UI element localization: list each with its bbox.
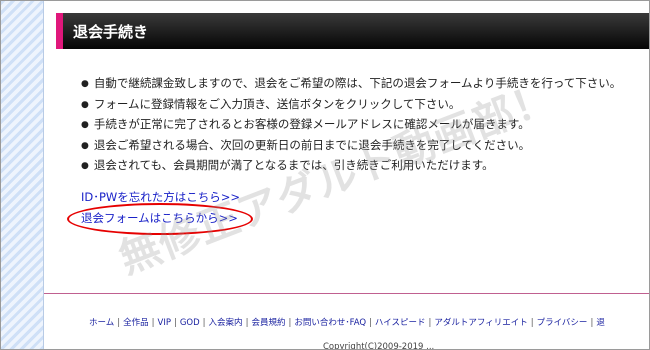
footer-link-contact-faq[interactable]: お問い合わせ･FAQ (294, 318, 366, 328)
footer-separator: | (428, 318, 432, 328)
footer-separator: | (530, 318, 534, 328)
footer-divider (44, 293, 649, 294)
footer-separator: | (117, 318, 121, 328)
footer-separator: | (173, 318, 177, 328)
page-frame: 退会手続き 自動で継続課金致しますので、退会をご希望の際は、下記の退会フォームよ… (0, 0, 650, 350)
title-bar: 退会手続き (56, 13, 649, 49)
footer-link-join-guide[interactable]: 入会案内 (209, 318, 243, 328)
footer-separator: | (245, 318, 249, 328)
footer-link-terms[interactable]: 会員規約 (251, 318, 285, 328)
footer-link-privacy[interactable]: プライバシー (537, 318, 588, 328)
footer-link-withdraw[interactable]: 退 (596, 318, 605, 328)
footer-link-god[interactable]: GOD (180, 318, 200, 328)
footer-separator: | (590, 318, 594, 328)
striped-sidebar (1, 1, 44, 349)
footer-separator: | (288, 318, 292, 328)
footer-separator: | (151, 318, 155, 328)
footer-link-vip[interactable]: VIP (158, 318, 171, 328)
footer-link-affiliate[interactable]: アダルトアフィリエイト (434, 318, 527, 328)
footer-separator: | (369, 318, 372, 328)
page-title: 退会手続き (73, 23, 149, 41)
footer-link-all-works[interactable]: 全作品 (123, 318, 149, 328)
copyright-text: Copyright(C)2009-2019 ... (323, 342, 435, 350)
footer-link-high-speed[interactable]: ハイスピード (375, 318, 426, 328)
footer-nav: ホーム | 全作品 | VIP | GOD | 入会案内 | 会員規約 | お問い合わせ･FAQ | ハイス… (89, 316, 605, 328)
footer-link-home[interactable]: ホーム (89, 318, 114, 328)
footer-separator: | (202, 318, 206, 328)
